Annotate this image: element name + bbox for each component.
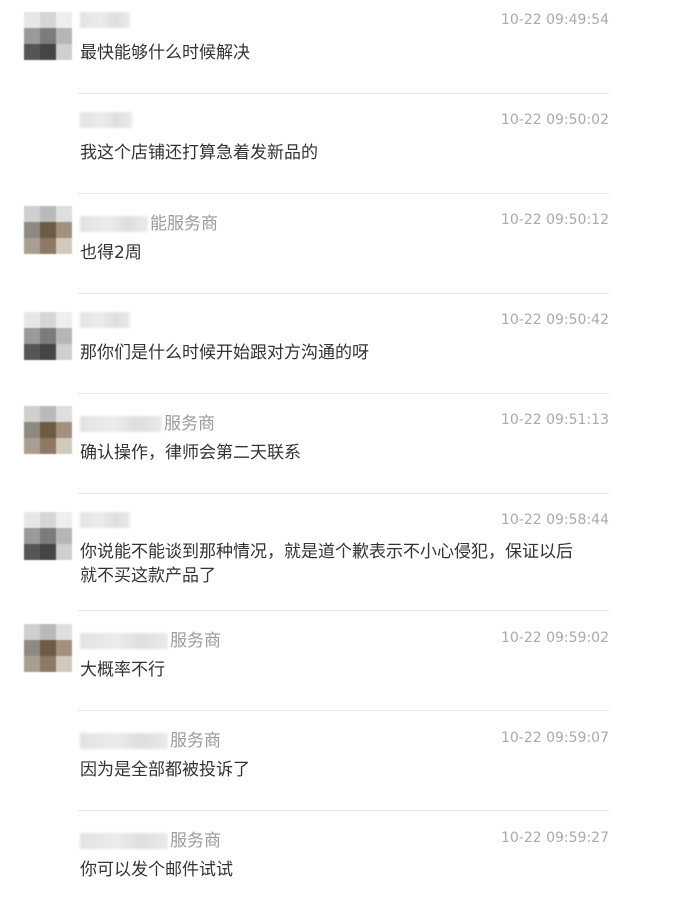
redacted-name	[80, 12, 130, 28]
avatar[interactable]	[24, 406, 72, 454]
sender-name-suffix: 能服务商	[150, 214, 218, 234]
divider	[78, 610, 609, 611]
redacted-name	[80, 833, 168, 849]
chat-history: 10-22 09:49:54 最快能够什么时候解决 10-22 09:50:02…	[0, 0, 689, 902]
sender-name-suffix: 服务商	[170, 731, 221, 751]
divider	[78, 293, 609, 294]
message-time: 10-22 09:50:02	[500, 112, 609, 128]
sender-name	[80, 508, 132, 532]
message-time: 10-22 09:50:12	[500, 212, 609, 228]
message-text: 你说能不能谈到那种情况，就是道个歉表示不小心侵犯，保证以后就不买这款产品了	[80, 542, 573, 586]
message-time: 10-22 09:59:27	[500, 830, 609, 846]
message-text: 那你们是什么时候开始跟对方沟通的呀	[80, 343, 369, 363]
sender-name: 服务商	[80, 412, 215, 436]
message-text: 因为是全部都被投诉了	[80, 760, 250, 780]
message-time: 10-22 09:50:42	[500, 312, 609, 328]
sender-name: 服务商	[80, 629, 221, 653]
redacted-name	[80, 112, 132, 128]
message-text: 确认操作，律师会第二天联系	[80, 443, 301, 463]
avatar[interactable]	[24, 624, 72, 672]
message-text: 你可以发个邮件试试	[80, 860, 233, 880]
divider	[78, 93, 609, 94]
message-time: 10-22 09:49:54	[500, 12, 609, 28]
redacted-name	[80, 216, 148, 232]
sender-name-suffix: 服务商	[170, 631, 221, 651]
avatar[interactable]	[24, 312, 72, 360]
divider	[78, 810, 609, 811]
sender-name-suffix: 服务商	[164, 414, 215, 434]
sender-name	[80, 8, 132, 32]
redacted-name	[80, 633, 168, 649]
avatar[interactable]	[24, 12, 72, 60]
message-time: 10-22 09:58:44	[500, 512, 609, 528]
message-time: 10-22 09:51:13	[500, 412, 609, 428]
message-text: 也得2周	[80, 243, 142, 263]
redacted-name	[80, 312, 130, 328]
message-text: 最快能够什么时候解决	[80, 43, 250, 63]
message-text: 我这个店铺还打算急着发新品的	[80, 143, 318, 163]
avatar[interactable]	[24, 206, 72, 254]
sender-name	[80, 308, 132, 332]
avatar[interactable]	[24, 512, 72, 560]
sender-name-suffix: 服务商	[170, 831, 221, 851]
redacted-name	[80, 733, 168, 749]
sender-name: 能服务商	[80, 212, 218, 236]
sender-name	[80, 108, 134, 132]
message-time: 10-22 09:59:07	[500, 730, 609, 746]
divider	[78, 710, 609, 711]
sender-name: 服务商	[80, 829, 221, 853]
divider	[78, 393, 609, 394]
sender-name: 服务商	[80, 729, 221, 753]
message-text: 大概率不行	[80, 660, 165, 680]
message-time: 10-22 09:59:02	[500, 630, 609, 646]
divider	[78, 493, 609, 494]
divider	[78, 193, 609, 194]
redacted-name	[80, 512, 130, 528]
redacted-name	[80, 416, 162, 432]
